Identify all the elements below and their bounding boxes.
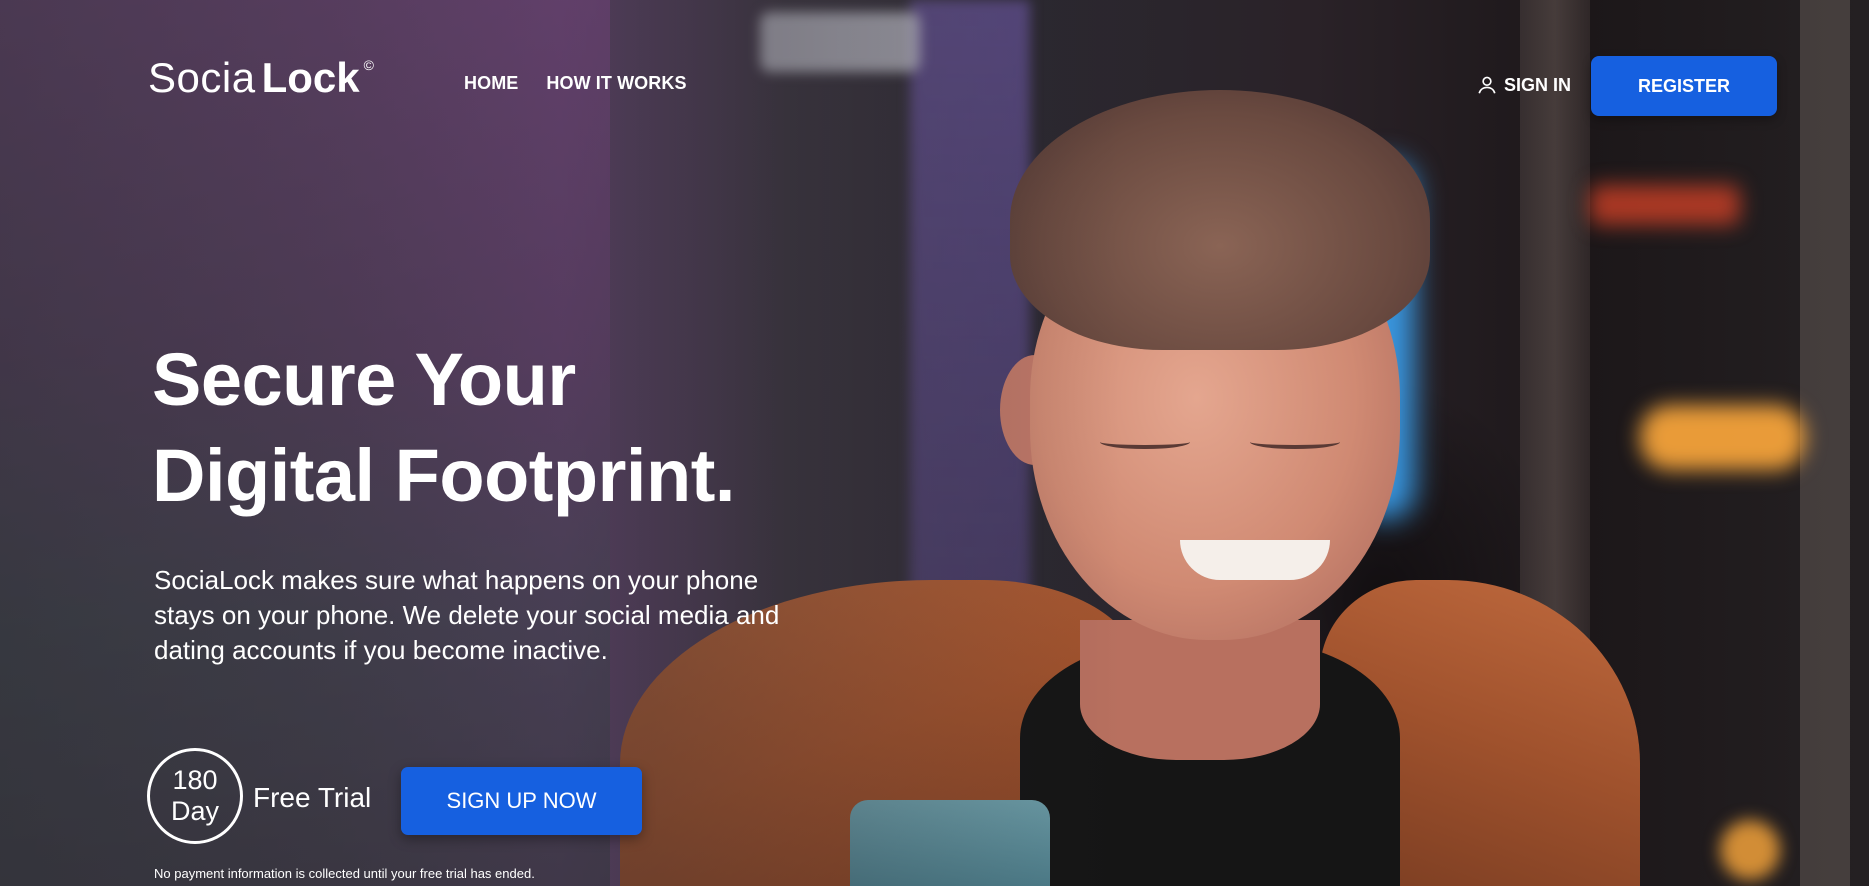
- copyright-mark: ©: [363, 57, 374, 73]
- headline-line-2: Digital Footprint.: [152, 434, 735, 517]
- brand-logo[interactable]: Socia Lock ©: [148, 54, 374, 104]
- sign-up-now-button[interactable]: SIGN UP NOW: [401, 767, 642, 835]
- register-button[interactable]: REGISTER: [1591, 56, 1777, 116]
- site-header: Socia Lock © HOME HOW IT WORKS SIGN IN R…: [0, 0, 1869, 160]
- headline-line-1: Secure Your: [152, 338, 576, 421]
- badge-number: 180: [172, 765, 218, 795]
- hero-headline: Secure Your Digital Footprint.: [152, 332, 852, 524]
- free-trial-label: Free Trial: [253, 782, 372, 813]
- payment-disclaimer: No payment information is collected unti…: [154, 866, 535, 881]
- logo-text-light: Socia: [148, 54, 256, 101]
- sign-in-link[interactable]: SIGN IN: [1476, 74, 1571, 96]
- main-nav: HOME HOW IT WORKS: [464, 73, 687, 94]
- user-icon: [1478, 76, 1496, 94]
- sign-in-label: SIGN IN: [1504, 74, 1572, 95]
- nav-how-it-works-link[interactable]: HOW IT WORKS: [546, 73, 686, 94]
- hero-subtitle: SociaLock makes sure what happens on you…: [154, 565, 780, 665]
- trial-days-badge: 180 Day: [147, 748, 243, 844]
- badge-unit: Day: [170, 796, 219, 826]
- nav-home-link[interactable]: HOME: [464, 73, 518, 94]
- logo-text-bold: Lock: [261, 54, 360, 101]
